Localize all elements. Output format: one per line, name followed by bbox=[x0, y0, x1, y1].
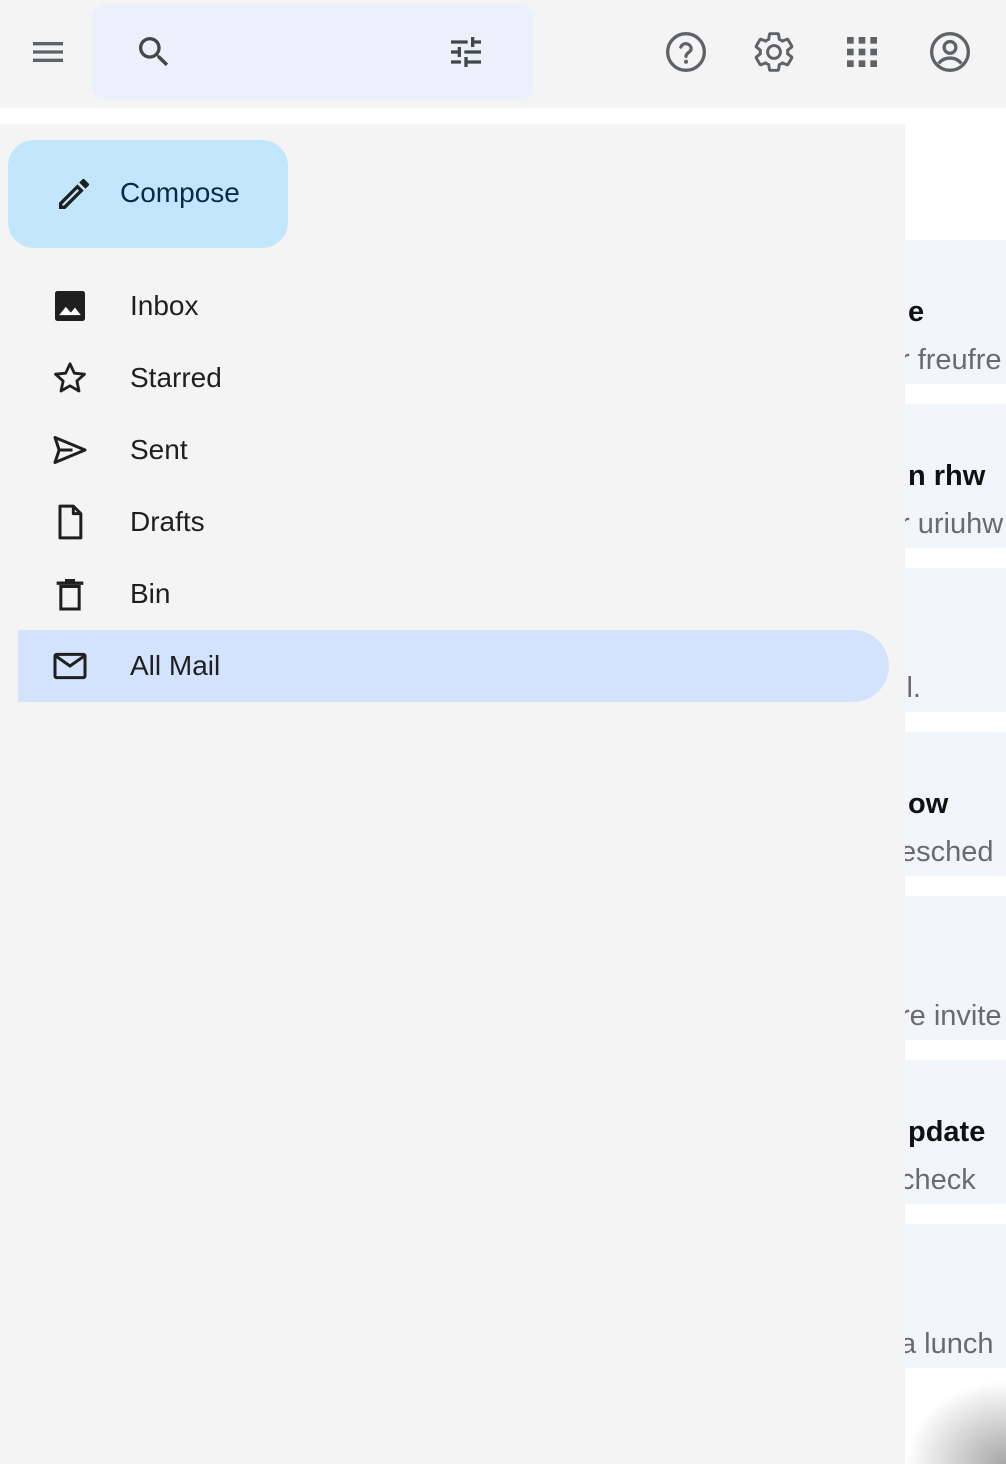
star-outline-icon bbox=[54, 362, 86, 393]
nav-item-drafts[interactable]: Drafts bbox=[18, 486, 889, 558]
nav-item-bin[interactable]: Bin bbox=[18, 558, 889, 630]
draft-file-icon bbox=[58, 504, 83, 540]
main-menu-button[interactable] bbox=[20, 24, 76, 80]
mail-snippet: r uriuhw bbox=[900, 508, 1004, 540]
mail-envelope-icon bbox=[53, 652, 87, 680]
mail-subject: e bbox=[908, 296, 925, 328]
compose-label: Compose bbox=[120, 177, 240, 208]
settings-button[interactable] bbox=[746, 24, 802, 80]
mail-subject: n rhw bbox=[908, 460, 986, 492]
help-circle-icon bbox=[666, 32, 706, 72]
search-icon[interactable] bbox=[134, 32, 174, 72]
nav-label: Starred bbox=[130, 362, 222, 393]
mail-snippet: esched bbox=[900, 836, 994, 868]
apps-button[interactable] bbox=[834, 24, 890, 80]
nav-item-all-mail[interactable]: All Mail bbox=[18, 630, 889, 702]
nav-item-starred[interactable]: Starred bbox=[18, 342, 889, 414]
trash-icon bbox=[56, 579, 84, 611]
nav-label: Sent bbox=[130, 434, 188, 465]
nav-label: Bin bbox=[130, 578, 171, 609]
nav-item-inbox[interactable]: Inbox bbox=[18, 270, 889, 342]
mail-subject: ow bbox=[908, 788, 949, 820]
nav-label: All Mail bbox=[130, 650, 221, 681]
nav-item-sent[interactable]: Sent bbox=[18, 414, 889, 486]
apps-grid-icon bbox=[847, 37, 877, 67]
account-button[interactable] bbox=[922, 24, 978, 80]
mail-snippet: re invite bbox=[900, 1000, 1002, 1032]
drawer-edge-shadow bbox=[905, 1380, 1006, 1464]
tune-icon[interactable] bbox=[446, 32, 486, 72]
send-icon bbox=[53, 436, 87, 464]
top-app-bar bbox=[0, 0, 1006, 108]
mail-snippet: a lunch bbox=[900, 1328, 994, 1360]
pencil-icon bbox=[59, 178, 90, 209]
inbox-image-icon bbox=[55, 291, 85, 321]
mail-snippet: check bbox=[900, 1164, 976, 1196]
compose-button[interactable]: Compose bbox=[8, 140, 288, 248]
mail-subject: pdate bbox=[908, 1116, 986, 1148]
mail-snippet: r freufre bbox=[900, 344, 1002, 376]
gear-icon bbox=[754, 32, 794, 72]
account-circle-icon bbox=[930, 32, 970, 72]
search-bar[interactable] bbox=[92, 4, 533, 100]
nav-label: Inbox bbox=[130, 290, 199, 321]
navigation-drawer: Compose Inbox Starred Sent Drafts Bin Al… bbox=[0, 124, 905, 1464]
nav-label: Drafts bbox=[130, 506, 205, 537]
hamburger-menu-icon bbox=[33, 42, 63, 62]
help-button[interactable] bbox=[658, 24, 714, 80]
